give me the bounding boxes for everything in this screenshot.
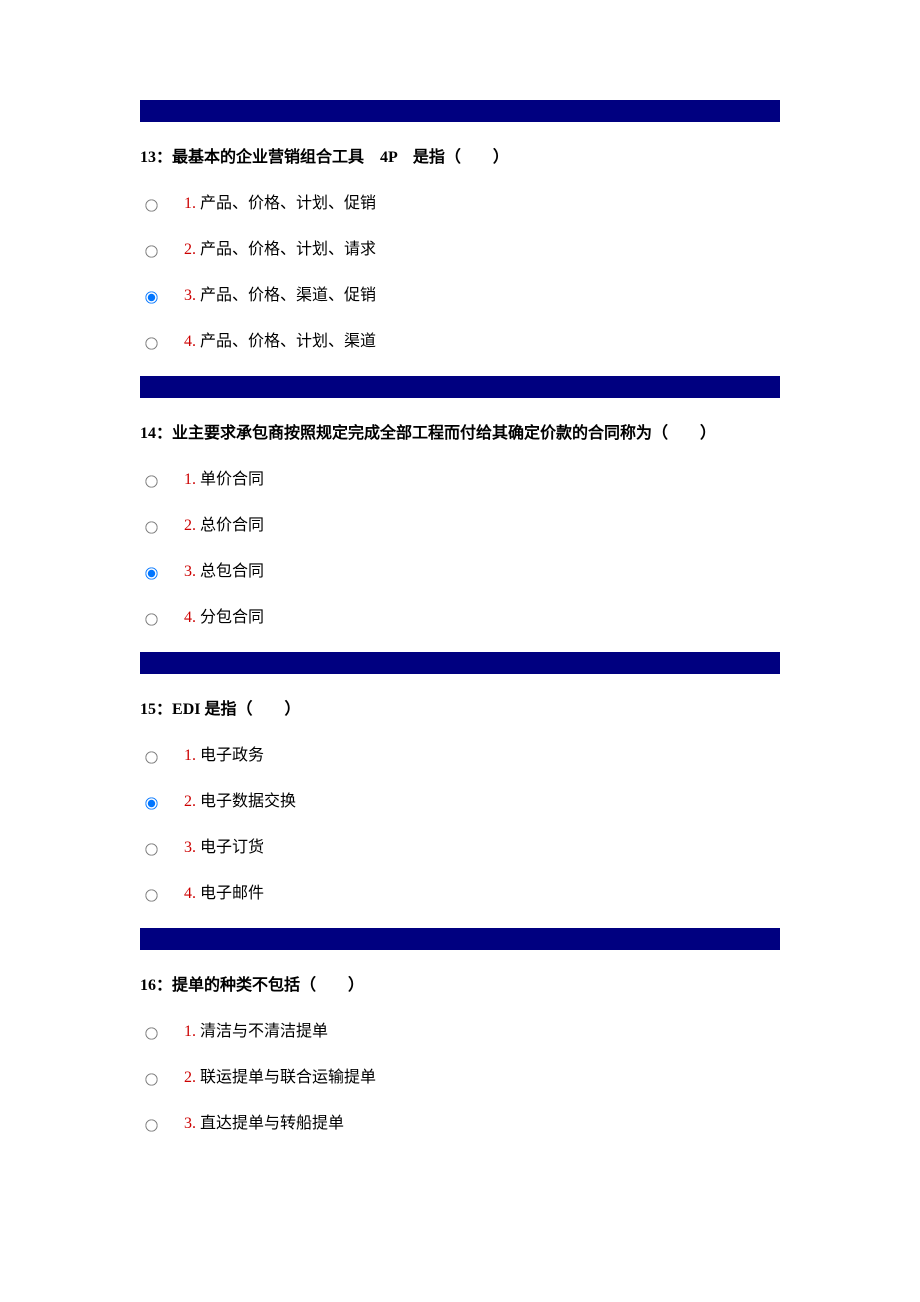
option-row: 4.产品、价格、计划、渠道 [140, 330, 780, 354]
separator-bar [140, 652, 780, 674]
page-content: 13：最基本的企业营销组合工具 4P 是指（ ）1.产品、价格、计划、促销2.产… [0, 0, 920, 1218]
option-text: 产品、价格、计划、渠道 [200, 330, 376, 354]
option-text: 总包合同 [200, 560, 264, 584]
option-text: 单价合同 [200, 468, 264, 492]
option-text: 电子政务 [200, 744, 264, 768]
question-body: 提单的种类不包括（ ） [172, 977, 364, 994]
colon: ： [156, 425, 172, 442]
question-body: EDI 是指（ ） [172, 701, 300, 718]
option-text: 电子数据交换 [200, 790, 296, 814]
option-row: 3.产品、价格、渠道、促销 [140, 284, 780, 308]
colon: ： [156, 701, 172, 718]
option-number: 2. [184, 238, 196, 262]
option-number: 3. [184, 560, 196, 584]
option-text: 产品、价格、计划、请求 [200, 238, 376, 262]
option-row: 2.总价合同 [140, 514, 780, 538]
option-radio[interactable] [145, 291, 157, 303]
option-row: 2.产品、价格、计划、请求 [140, 238, 780, 262]
question-number: 13 [140, 149, 156, 166]
option-row: 1.清洁与不清洁提单 [140, 1020, 780, 1044]
option-row: 3.总包合同 [140, 560, 780, 584]
option-number: 4. [184, 882, 196, 906]
option-radio[interactable] [145, 475, 157, 487]
question-body: 最基本的企业营销组合工具 4P 是指（ ） [172, 149, 509, 166]
option-row: 4.分包合同 [140, 606, 780, 630]
option-text: 分包合同 [200, 606, 264, 630]
option-text: 产品、价格、渠道、促销 [200, 284, 376, 308]
option-radio[interactable] [145, 567, 157, 579]
options-group: 1.电子政务2.电子数据交换3.电子订货4.电子邮件 [140, 744, 780, 906]
option-text: 联运提单与联合运输提单 [200, 1066, 376, 1090]
option-radio[interactable] [145, 521, 157, 533]
option-number: 3. [184, 284, 196, 308]
option-text: 电子邮件 [200, 882, 264, 906]
option-number: 1. [184, 1020, 196, 1044]
option-number: 1. [184, 192, 196, 216]
option-number: 2. [184, 790, 196, 814]
options-group: 1.清洁与不清洁提单2.联运提单与联合运输提单3.直达提单与转船提单 [140, 1020, 780, 1136]
option-row: 2.电子数据交换 [140, 790, 780, 814]
option-row: 1.产品、价格、计划、促销 [140, 192, 780, 216]
option-row: 2.联运提单与联合运输提单 [140, 1066, 780, 1090]
question-number: 15 [140, 701, 156, 718]
option-radio[interactable] [145, 199, 157, 211]
options-group: 1.产品、价格、计划、促销2.产品、价格、计划、请求3.产品、价格、渠道、促销4… [140, 192, 780, 354]
separator-bar [140, 928, 780, 950]
option-radio[interactable] [145, 337, 157, 349]
question-number: 14 [140, 425, 156, 442]
option-radio[interactable] [145, 1027, 157, 1039]
option-radio[interactable] [145, 889, 157, 901]
question-text: 14：业主要求承包商按照规定完成全部工程而付给其确定价款的合同称为（ ） [140, 418, 780, 450]
option-number: 3. [184, 836, 196, 860]
question-text: 13：最基本的企业营销组合工具 4P 是指（ ） [140, 142, 780, 174]
option-text: 产品、价格、计划、促销 [200, 192, 376, 216]
colon: ： [156, 977, 172, 994]
option-number: 3. [184, 1112, 196, 1136]
option-number: 2. [184, 514, 196, 538]
option-radio[interactable] [145, 245, 157, 257]
option-number: 1. [184, 744, 196, 768]
colon: ： [156, 149, 172, 166]
option-text: 清洁与不清洁提单 [200, 1020, 328, 1044]
question-number: 16 [140, 977, 156, 994]
option-number: 4. [184, 330, 196, 354]
question-text: 15：EDI 是指（ ） [140, 694, 780, 726]
option-radio[interactable] [145, 843, 157, 855]
option-number: 4. [184, 606, 196, 630]
option-row: 3.电子订货 [140, 836, 780, 860]
option-number: 2. [184, 1066, 196, 1090]
option-radio[interactable] [145, 751, 157, 763]
separator-bar [140, 376, 780, 398]
option-row: 1.单价合同 [140, 468, 780, 492]
option-number: 1. [184, 468, 196, 492]
question-body: 业主要求承包商按照规定完成全部工程而付给其确定价款的合同称为（ ） [172, 425, 716, 442]
options-group: 1.单价合同2.总价合同3.总包合同4.分包合同 [140, 468, 780, 630]
option-radio[interactable] [145, 1119, 157, 1131]
option-radio[interactable] [145, 797, 157, 809]
option-text: 直达提单与转船提单 [200, 1112, 344, 1136]
separator-bar [140, 100, 780, 122]
option-row: 3.直达提单与转船提单 [140, 1112, 780, 1136]
option-text: 总价合同 [200, 514, 264, 538]
option-radio[interactable] [145, 613, 157, 625]
option-text: 电子订货 [200, 836, 264, 860]
option-radio[interactable] [145, 1073, 157, 1085]
question-text: 16：提单的种类不包括（ ） [140, 970, 780, 1002]
option-row: 4.电子邮件 [140, 882, 780, 906]
option-row: 1.电子政务 [140, 744, 780, 768]
